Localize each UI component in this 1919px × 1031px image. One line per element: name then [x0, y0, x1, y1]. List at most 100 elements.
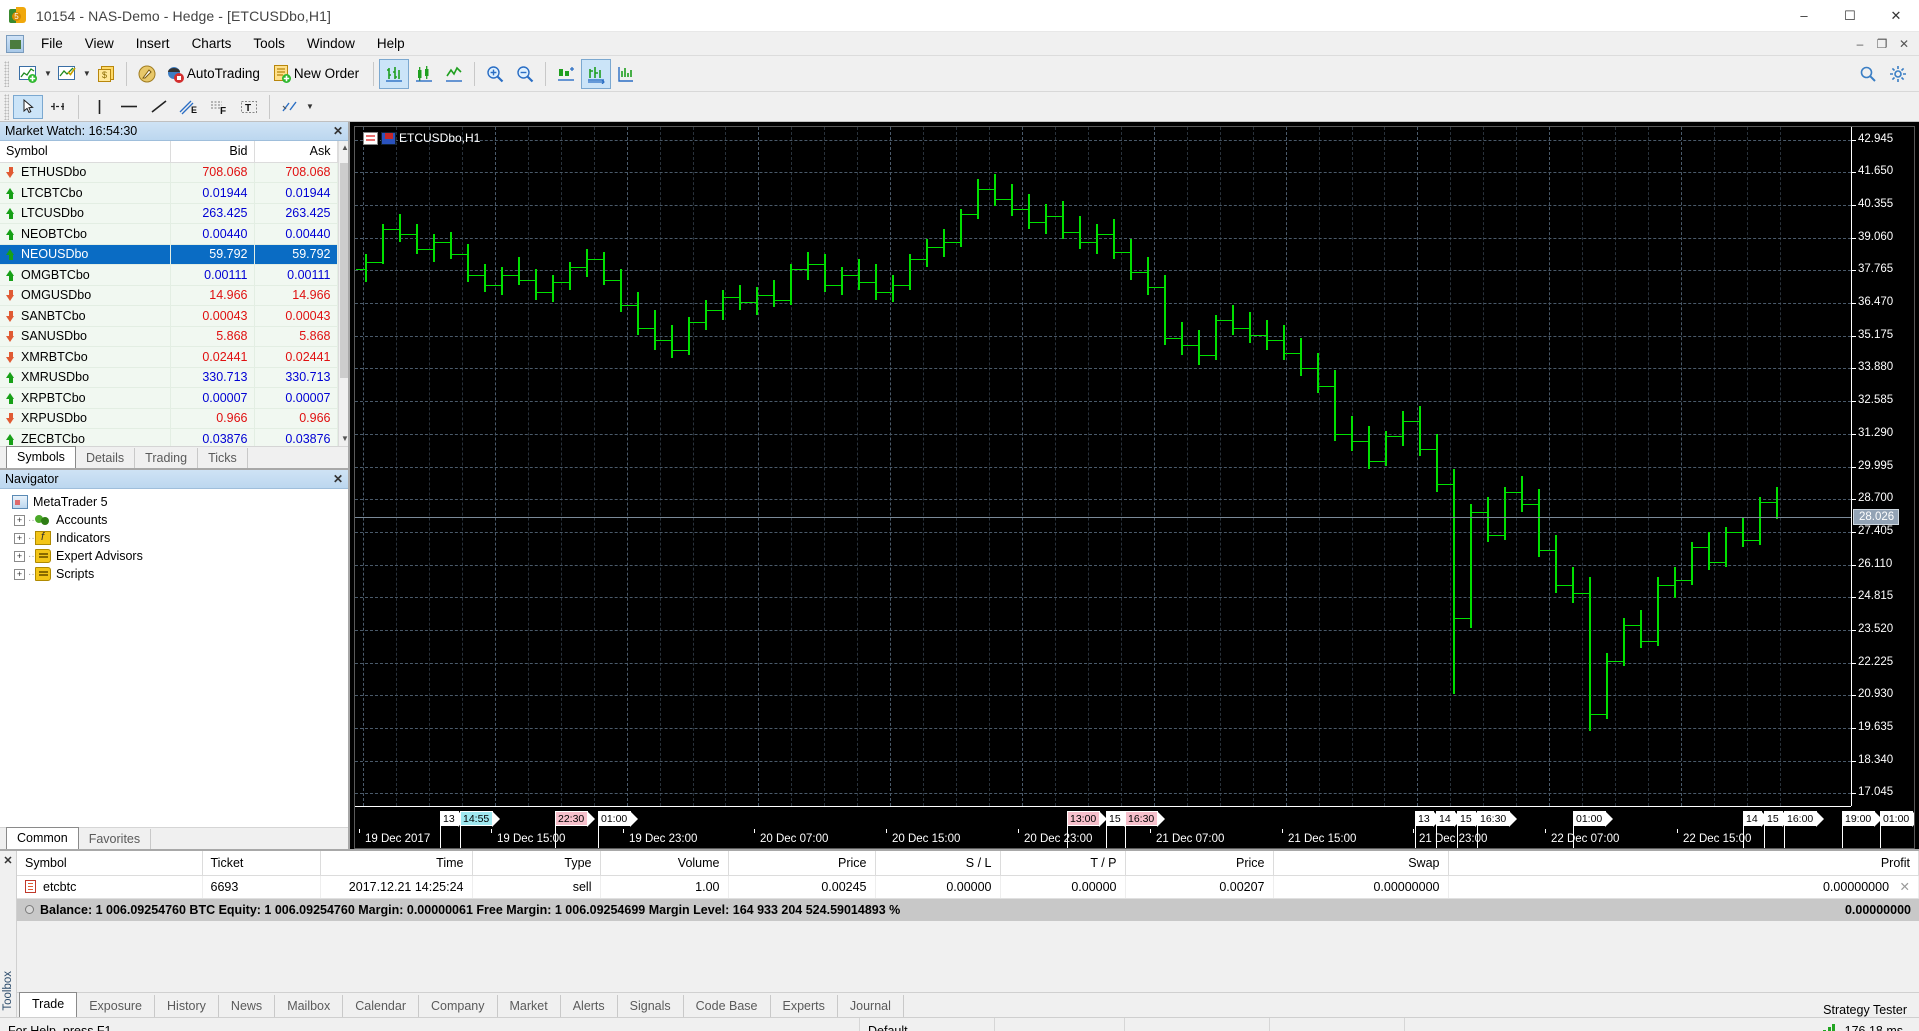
- time-axis[interactable]: 19 Dec 2017 19 Dec 15:00 19 Dec 23:00 20 De…: [355, 806, 1914, 848]
- tab-calendar[interactable]: Calendar: [343, 995, 419, 1017]
- market-watch-button[interactable]: $: [91, 59, 121, 89]
- tab-common[interactable]: Common: [6, 827, 79, 849]
- new-chart-button[interactable]: [13, 59, 43, 89]
- tab-ticks[interactable]: Ticks: [198, 448, 248, 468]
- market-watch-row[interactable]: XMRBTCbo 0.02441 0.02441: [0, 346, 338, 368]
- status-profile[interactable]: Default: [860, 1017, 995, 1031]
- tab-trading[interactable]: Trading: [135, 448, 199, 468]
- column-header-ticket[interactable]: Ticket: [202, 851, 321, 876]
- tab-details[interactable]: Details: [76, 448, 136, 468]
- line-toolbar-grip[interactable]: [4, 93, 9, 120]
- market-watch-row[interactable]: SANBTCbo 0.00043 0.00043: [0, 305, 338, 327]
- mdi-app-icon[interactable]: [6, 34, 24, 53]
- fibonacci-icon[interactable]: F: [204, 95, 234, 119]
- price-axis[interactable]: 42.945 41.650 40.355 39.060 37.765 36.470 35.1…: [1851, 127, 1914, 806]
- menu-item-window[interactable]: Window: [296, 34, 366, 53]
- search-icon[interactable]: [1853, 59, 1883, 89]
- column-header-price-open[interactable]: Price: [728, 851, 876, 876]
- menu-item-charts[interactable]: Charts: [181, 34, 243, 53]
- toolbar-grip[interactable]: [4, 60, 9, 87]
- column-header-bid[interactable]: Bid: [170, 141, 255, 163]
- column-header-type[interactable]: Type: [472, 851, 601, 876]
- market-watch-row[interactable]: XRPBTCbo 0.00007 0.00007: [0, 387, 338, 409]
- expand-expert-advisors-icon[interactable]: +: [14, 550, 25, 562]
- market-watch-scrollbar[interactable]: ▲ ▼: [337, 141, 348, 446]
- market-watch-row[interactable]: OMGUSDbo 14.966 14.966: [0, 285, 338, 306]
- status-connection[interactable]: 176.18 ms: [1819, 1024, 1919, 1031]
- chart-shift-button[interactable]: [551, 59, 581, 89]
- column-header-volume[interactable]: Volume: [600, 851, 729, 876]
- column-header-time[interactable]: Time: [320, 851, 473, 876]
- tab-alerts[interactable]: Alerts: [561, 995, 618, 1017]
- equidistant-channel-icon[interactable]: E: [174, 95, 204, 119]
- scroll-up-icon[interactable]: ▲: [339, 141, 348, 155]
- column-header-symbol[interactable]: Symbol: [17, 851, 203, 876]
- mdi-restore-button[interactable]: ❐: [1871, 37, 1893, 51]
- navigator-item-indicators[interactable]: + ··· Indicators: [6, 529, 348, 547]
- tab-trade[interactable]: Trade: [19, 992, 78, 1017]
- maximize-button[interactable]: ☐: [1827, 0, 1873, 32]
- shapes-icon[interactable]: [275, 95, 305, 119]
- tab-code-base[interactable]: Code Base: [684, 995, 771, 1017]
- tab-favorites[interactable]: Favorites: [79, 829, 152, 849]
- zoom-in-button[interactable]: [480, 59, 510, 89]
- table-row[interactable]: etcbtc 6693 2017.12.21 14:25:24 sell 1.0…: [17, 875, 1919, 899]
- menu-item-help[interactable]: Help: [366, 34, 416, 53]
- market-watch-close-icon[interactable]: ✕: [328, 124, 348, 138]
- chart-properties-icon[interactable]: [363, 131, 378, 145]
- menu-item-view[interactable]: View: [74, 34, 125, 53]
- column-header-sl[interactable]: S / L: [875, 851, 1001, 876]
- column-header-ask[interactable]: Ask: [254, 141, 338, 163]
- mdi-minimize-button[interactable]: –: [1849, 37, 1871, 51]
- indicators-button[interactable]: [611, 59, 641, 89]
- navigator-close-icon[interactable]: ✕: [328, 472, 348, 486]
- market-watch-row[interactable]: OMGBTCbo 0.00111 0.00111: [0, 264, 338, 286]
- tab-experts[interactable]: Experts: [771, 995, 838, 1017]
- expand-indicators-icon[interactable]: +: [14, 532, 25, 544]
- profiles-dropdown-icon[interactable]: ▼: [83, 69, 91, 78]
- navigator-item-expert-advisors[interactable]: + ··· Expert Advisors: [6, 547, 348, 565]
- auto-scroll-button[interactable]: [581, 58, 612, 89]
- expand-scripts-icon[interactable]: +: [14, 568, 25, 580]
- scrollbar-thumb[interactable]: [339, 163, 348, 378]
- column-header-symbol[interactable]: Symbol: [0, 141, 171, 163]
- close-position-icon[interactable]: ✕: [1900, 880, 1910, 894]
- bar-chart-button[interactable]: [379, 58, 410, 89]
- tab-history[interactable]: History: [155, 995, 219, 1017]
- gear-icon[interactable]: [1883, 59, 1913, 89]
- tab-exposure[interactable]: Exposure: [77, 995, 156, 1017]
- tab-journal[interactable]: Journal: [838, 995, 904, 1017]
- expand-accounts-icon[interactable]: +: [14, 514, 25, 526]
- zoom-out-button[interactable]: [510, 59, 540, 89]
- text-icon[interactable]: T: [234, 95, 264, 119]
- market-watch-row[interactable]: LTCUSDbo 263.425 263.425: [0, 203, 338, 224]
- minimize-button[interactable]: –: [1781, 0, 1827, 32]
- market-watch-row[interactable]: XMRUSDbo 330.713 330.713: [0, 367, 338, 388]
- toolbox-close-icon[interactable]: ✕: [3, 854, 12, 867]
- navigator-root[interactable]: MetaTrader 5: [6, 493, 348, 511]
- mdi-close-button[interactable]: ✕: [1893, 37, 1915, 51]
- horizontal-line-icon[interactable]: [114, 95, 144, 119]
- autotrading-button[interactable]: AutoTrading: [162, 59, 269, 89]
- strategy-tester-link[interactable]: Strategy Tester: [1823, 999, 1919, 1017]
- vertical-line-icon[interactable]: [84, 95, 114, 119]
- column-header-profit[interactable]: Profit: [1448, 851, 1919, 876]
- tab-mailbox[interactable]: Mailbox: [275, 995, 344, 1017]
- market-watch-row[interactable]: ZECBTCbo 0.03876 0.03876: [0, 428, 338, 446]
- chart-plot[interactable]: [355, 127, 1851, 806]
- menu-item-file[interactable]: File: [30, 34, 74, 53]
- market-watch-row[interactable]: NEOBTCbo 0.00440 0.00440: [0, 223, 338, 245]
- navigator-item-accounts[interactable]: + ··· Accounts: [6, 511, 348, 529]
- new-chart-dropdown-icon[interactable]: ▼: [44, 69, 52, 78]
- new-order-button[interactable]: New Order: [269, 59, 368, 89]
- profiles-button[interactable]: [52, 59, 82, 89]
- market-watch-row[interactable]: XRPUSDbo 0.966 0.966: [0, 408, 338, 429]
- chart-window[interactable]: ETCUSDbo,H1 42.945 41.650 40.355 39.060 37.7…: [354, 126, 1915, 849]
- shapes-dropdown-icon[interactable]: ▼: [306, 102, 314, 111]
- scroll-down-icon[interactable]: ▼: [339, 432, 348, 446]
- trendline-icon[interactable]: [144, 95, 174, 119]
- market-watch-row[interactable]: NEOUSDbo 59.792 59.792: [0, 244, 338, 265]
- market-watch-row[interactable]: LTCBTCbo 0.01944 0.01944: [0, 182, 338, 204]
- menu-item-insert[interactable]: Insert: [125, 34, 181, 53]
- market-watch-row[interactable]: SANUSDbo 5.868 5.868: [0, 326, 338, 347]
